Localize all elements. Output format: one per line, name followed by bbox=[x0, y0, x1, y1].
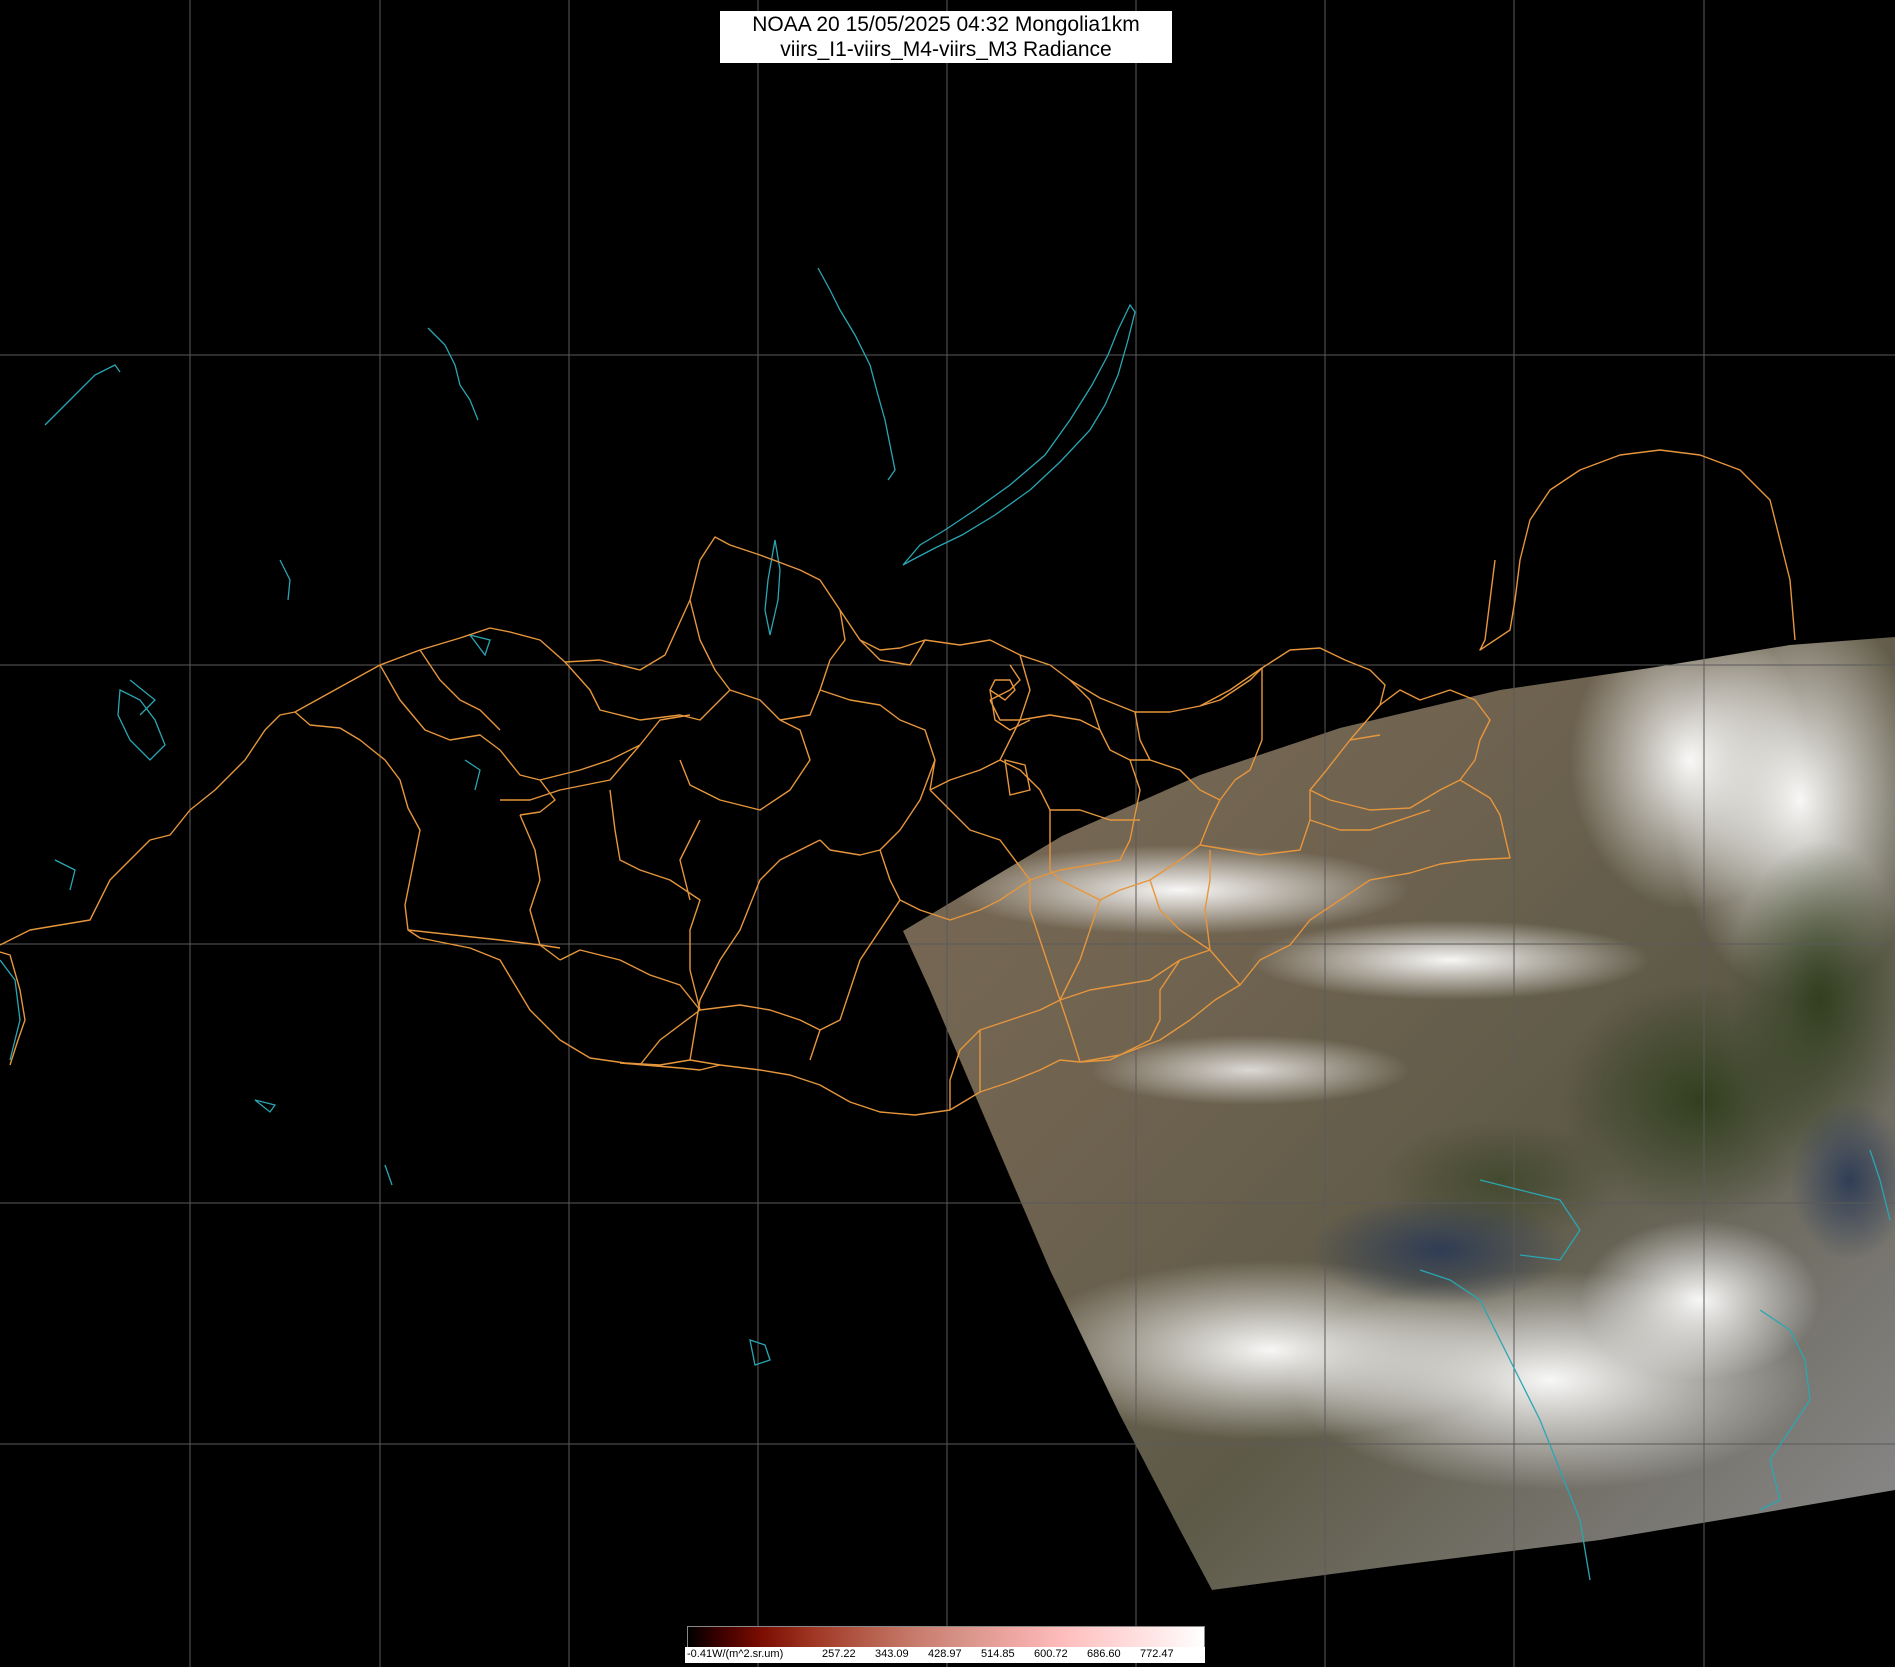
lake bbox=[54, 859, 76, 891]
inner-aimag bbox=[989, 679, 1016, 701]
lake bbox=[468, 633, 491, 657]
lake bbox=[464, 759, 481, 791]
color-legend: -0.41W/(m^2.sr.um) 257.22 343.09 428.97 … bbox=[685, 1626, 1205, 1664]
aimag-border bbox=[819, 899, 901, 1031]
aimag-border bbox=[679, 689, 811, 811]
legend-color-bar bbox=[687, 1626, 1205, 1648]
russia-border bbox=[0, 711, 296, 946]
legend-label: 343.09 bbox=[875, 1648, 909, 1660]
legend-labels: -0.41W/(m^2.sr.um) 257.22 343.09 428.97 … bbox=[685, 1647, 1205, 1663]
legend-label: 772.47 bbox=[1140, 1648, 1174, 1660]
aimag-border bbox=[689, 599, 731, 691]
lake bbox=[749, 1339, 771, 1366]
aimag-border bbox=[819, 759, 936, 856]
river bbox=[44, 364, 121, 426]
aimag-border bbox=[564, 661, 731, 721]
lake-khovsgol bbox=[764, 539, 781, 636]
legend-label: 686.60 bbox=[1087, 1648, 1121, 1660]
aimag-border bbox=[559, 949, 701, 1011]
aimag-border bbox=[699, 1004, 821, 1031]
russia-china bbox=[1479, 449, 1796, 651]
aimag-border bbox=[929, 719, 1021, 791]
legend-label: 600.72 bbox=[1034, 1648, 1068, 1660]
title-line-1: NOAA 20 15/05/2025 04:32 Mongolia1km bbox=[752, 13, 1140, 36]
legend-label: -0.41W/(m^2.sr.um) bbox=[687, 1648, 784, 1660]
lake bbox=[117, 688, 166, 761]
aimag-border bbox=[419, 649, 501, 731]
legend-label: 257.22 bbox=[822, 1648, 856, 1660]
aimag-border bbox=[1019, 714, 1131, 761]
south-line bbox=[619, 1062, 721, 1071]
lake bbox=[384, 1164, 393, 1186]
inner-aimag bbox=[1004, 759, 1031, 796]
title-box: NOAA 20 15/05/2025 04:32 Mongolia1km vii… bbox=[720, 11, 1172, 63]
aimag-border bbox=[379, 664, 556, 816]
aimag-border bbox=[519, 814, 561, 961]
legend-label: 514.85 bbox=[981, 1648, 1015, 1660]
lake-baikal bbox=[902, 303, 1136, 566]
legend-label: 428.97 bbox=[928, 1648, 962, 1660]
title-line-2: viirs_I1-viirs_M4-viirs_M3 Radiance bbox=[780, 38, 1112, 61]
aimag-border bbox=[879, 849, 901, 901]
aimag-border bbox=[689, 839, 821, 1061]
satellite-swath bbox=[903, 637, 1895, 1590]
aimag-border bbox=[1130, 711, 1151, 761]
river bbox=[427, 327, 479, 421]
river bbox=[817, 267, 896, 481]
aimag-border bbox=[819, 689, 936, 791]
aimag-border bbox=[809, 1029, 821, 1061]
lake bbox=[279, 559, 291, 601]
lake bbox=[254, 1099, 277, 1113]
satellite-map bbox=[0, 0, 1895, 1667]
